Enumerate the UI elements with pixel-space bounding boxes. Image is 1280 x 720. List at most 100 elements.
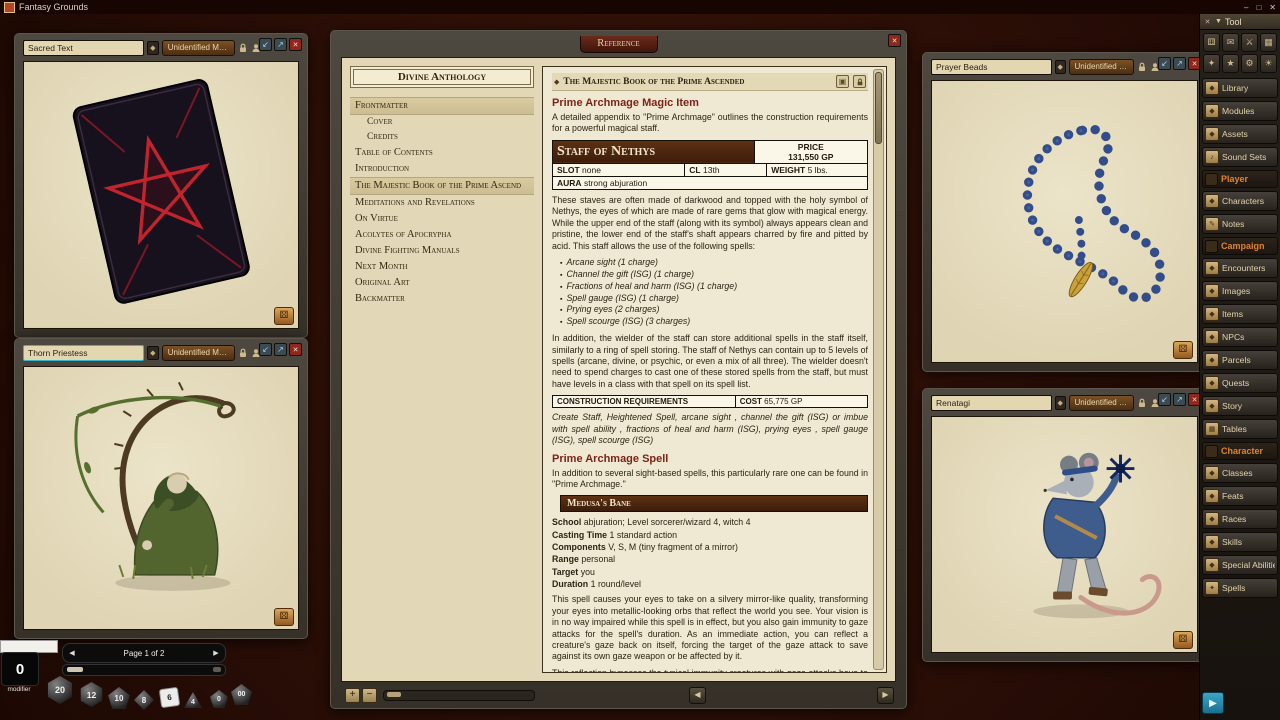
die-shortcut-icon[interactable]: ⚄ [1173, 631, 1193, 649]
d6-die[interactable]: 6 [159, 687, 180, 708]
window-mode-icon[interactable]: ▣ [836, 75, 849, 88]
chat-icon[interactable]: ✉ [1222, 33, 1239, 52]
identify-toggle-icon[interactable]: ◆ [1055, 60, 1066, 74]
d4-die[interactable]: 4 [184, 692, 202, 708]
renatagi-image[interactable]: ⚄ [931, 416, 1198, 653]
window-title-input[interactable] [931, 395, 1052, 411]
window-drag-handle[interactable]: ◆ Unidentified Map / Im [23, 39, 261, 57]
window-drag-handle[interactable]: ◆ Unidentified Map / Im [931, 394, 1160, 412]
image-tab-button[interactable]: Unidentified Map / Im [162, 40, 235, 56]
zoom-slider[interactable] [383, 690, 535, 701]
nav-item-majestic-book[interactable]: The Majestic Book of the Prime Ascend [350, 177, 534, 195]
nav-item-introduction[interactable]: Introduction [350, 161, 534, 177]
content-scrollbar[interactable] [873, 69, 884, 670]
sacred-text-image[interactable]: ⚄ [23, 61, 299, 329]
tool-panel-header[interactable]: ✕ ▼ Tool [1200, 14, 1280, 30]
die-shortcut-icon[interactable]: ⚄ [1173, 341, 1193, 359]
window-title-input[interactable] [931, 59, 1052, 75]
reference-tab[interactable]: Reference [580, 36, 658, 53]
popout-icon[interactable]: ↗ [1173, 57, 1186, 70]
sidebar-item-quests[interactable]: ◆Quests [1202, 373, 1278, 393]
popout-icon[interactable]: ↗ [274, 38, 287, 51]
nav-item-credits[interactable]: Credits [350, 130, 534, 145]
nav-item-cover[interactable]: Cover [350, 115, 534, 130]
d12-die[interactable]: 12 [79, 682, 104, 707]
sidebar-item-tables[interactable]: ▦Tables [1202, 419, 1278, 439]
window-drag-handle[interactable]: ◆ Unidentified Map / Im [931, 58, 1160, 76]
shrink-icon[interactable]: ↙ [1158, 57, 1171, 70]
maximize-button[interactable]: □ [1256, 3, 1261, 12]
lock-icon[interactable] [853, 75, 866, 88]
panel-toggle-button[interactable]: ▶ [1202, 692, 1224, 714]
scrollbar-handle[interactable] [875, 72, 882, 144]
prev-page-icon[interactable]: ◀ [689, 687, 706, 704]
image-tab-button[interactable]: Unidentified Map / Im [1069, 59, 1135, 75]
sidebar-item-modules[interactable]: ◆Modules [1202, 101, 1278, 121]
nav-item-meditations[interactable]: Meditations and Revelations [350, 195, 534, 211]
nav-item-frontmatter[interactable]: Frontmatter [350, 97, 534, 115]
nav-item-next-month[interactable]: Next Month [350, 259, 534, 275]
sidebar-item-feats[interactable]: ◆Feats [1202, 486, 1278, 506]
options-icon[interactable]: ⚙ [1241, 54, 1258, 73]
shrink-icon[interactable]: ↙ [1158, 393, 1171, 406]
image-tab-button[interactable]: Unidentified Map / Im [1069, 395, 1135, 411]
identify-toggle-icon[interactable]: ◆ [147, 346, 159, 360]
nav-item-on-virtue[interactable]: On Virtue [350, 211, 534, 227]
page-slider-handle[interactable] [67, 667, 83, 672]
page-slider[interactable] [62, 664, 226, 676]
next-page-icon[interactable]: ▶ [877, 687, 894, 704]
lighting-icon[interactable]: ☀ [1260, 54, 1277, 73]
sidebar-item-encounters[interactable]: ◆Encounters [1202, 258, 1278, 278]
shrink-icon[interactable]: ↙ [259, 38, 272, 51]
nav-item-divine-fighting-manuals[interactable]: Divine Fighting Manuals [350, 243, 534, 259]
sidebar-item-characters[interactable]: ◆Characters [1202, 191, 1278, 211]
sidebar-item-sound-sets[interactable]: ♪Sound Sets [1202, 147, 1278, 167]
lock-icon[interactable] [238, 347, 248, 359]
modifier-box[interactable]: 0 [1, 652, 39, 686]
die-shortcut-icon[interactable]: ⚄ [274, 307, 294, 325]
modifiers-icon[interactable]: ✦ [1203, 54, 1220, 73]
window-title-input[interactable] [23, 345, 144, 361]
calendar-icon[interactable]: ▦ [1260, 33, 1277, 52]
identify-toggle-icon[interactable]: ◆ [1055, 396, 1066, 410]
nav-item-acolytes[interactable]: Acolytes of Apocrypha [350, 227, 534, 243]
nav-item-table-of-contents[interactable]: Table of Contents [350, 145, 534, 161]
sidebar-item-items[interactable]: ◆Items [1202, 304, 1278, 324]
lock-icon[interactable] [1137, 397, 1147, 409]
sidebar-item-images[interactable]: ◆Images [1202, 281, 1278, 301]
image-tab-button[interactable]: Unidentified Map / Im [162, 345, 235, 361]
nav-item-backmatter[interactable]: Backmatter [350, 291, 534, 307]
sidebar-item-classes[interactable]: ◆Classes [1202, 463, 1278, 483]
lock-icon[interactable] [238, 42, 248, 54]
popout-icon[interactable]: ↗ [274, 343, 287, 356]
close-button[interactable]: ✕ [1269, 3, 1276, 12]
sidebar-item-library[interactable]: ◆Library [1202, 78, 1278, 98]
sidebar-item-parcels[interactable]: ◆Parcels [1202, 350, 1278, 370]
zoom-slider-handle[interactable] [387, 692, 401, 697]
lock-icon[interactable] [1137, 61, 1147, 73]
minimize-button[interactable]: – [1244, 3, 1248, 12]
d10-percentile-die[interactable]: 0 [210, 690, 228, 708]
close-icon[interactable]: ✕ [289, 343, 302, 356]
window-title-input[interactable] [23, 40, 144, 56]
effects-icon[interactable]: ★ [1222, 54, 1239, 73]
zoom-in-button[interactable]: + [345, 688, 360, 703]
nav-item-original-art[interactable]: Original Art [350, 275, 534, 291]
sidebar-item-special-abilities[interactable]: ◆Special Abilities [1202, 555, 1278, 575]
sidebar-item-story[interactable]: ◆Story [1202, 396, 1278, 416]
combat-tracker-icon[interactable]: ⚔ [1241, 33, 1258, 52]
page-prev-icon[interactable]: ◀ [63, 649, 81, 657]
d20-die[interactable]: 20 [46, 676, 74, 704]
os-titlebar[interactable]: Fantasy Grounds – □ ✕ [0, 0, 1280, 14]
page-next-icon[interactable]: ▶ [207, 649, 225, 657]
sidebar-item-assets[interactable]: ◆Assets [1202, 124, 1278, 144]
d100-die[interactable]: 00 [231, 684, 252, 705]
shrink-icon[interactable]: ↙ [259, 343, 272, 356]
sidebar-item-notes[interactable]: ✎Notes [1202, 214, 1278, 234]
zoom-out-button[interactable]: − [362, 688, 377, 703]
popout-icon[interactable]: ↗ [1173, 393, 1186, 406]
d8-die[interactable]: 8 [134, 690, 154, 710]
thorn-priestess-image[interactable]: ⚄ [23, 366, 299, 630]
window-drag-handle[interactable]: ◆ Unidentified Map / Im [23, 344, 261, 362]
close-icon[interactable]: ✕ [888, 34, 901, 47]
